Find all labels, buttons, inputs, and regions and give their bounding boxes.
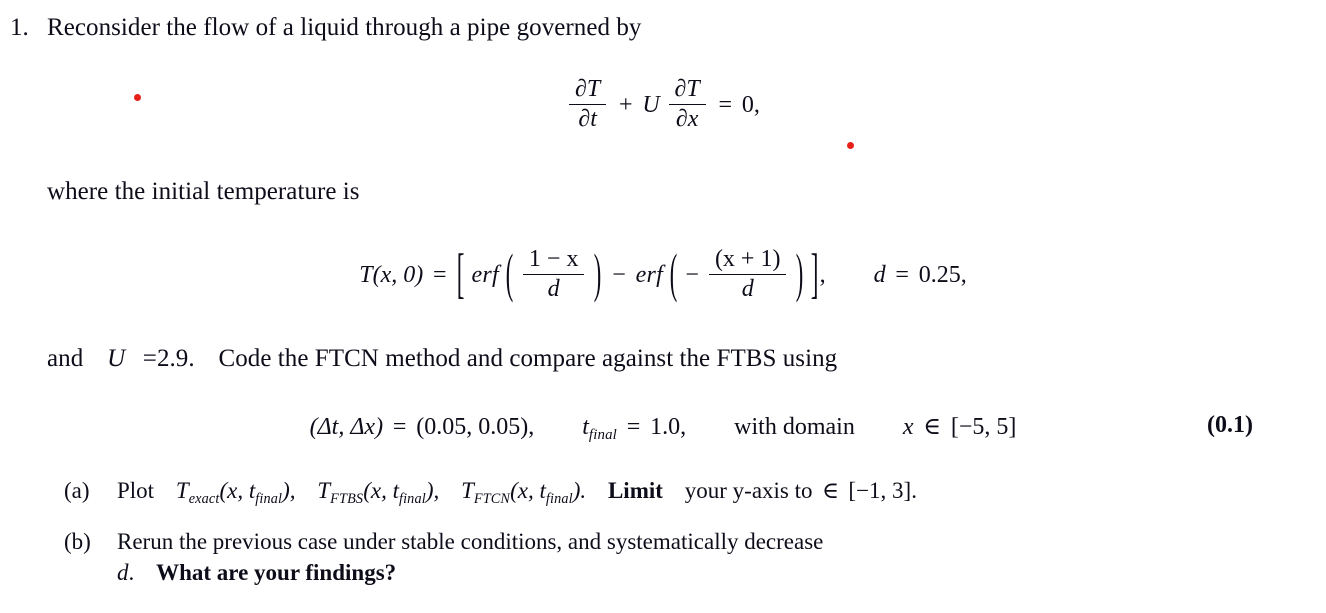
T-exact-args-open: (x, t bbox=[219, 478, 256, 503]
code-ftcn-compare-text: Code the FTCN method and compare against… bbox=[218, 345, 838, 372]
findings-question: What are your findings? bbox=[156, 560, 397, 585]
T-symbol-num-2: T bbox=[686, 76, 700, 103]
velocity-and-method-line: and U =2.9. Code the FTCN method and com… bbox=[47, 345, 837, 373]
equation-number: (0.1) bbox=[1207, 412, 1253, 438]
erf2-numerator: (x + 1) bbox=[714, 246, 781, 273]
y-axis-instruction: your y-axis to bbox=[684, 478, 813, 503]
x-symbol-den-2: x bbox=[687, 106, 699, 133]
left-paren-2: ( bbox=[669, 242, 678, 304]
item-a-label: (a) bbox=[64, 478, 90, 503]
parameters-equation: (Δt, Δx) = (0.05, 0.05), tfinal = 1.0, w… bbox=[0, 412, 1326, 444]
T-ftcn-args-open: (x, t bbox=[510, 478, 546, 503]
erf-argument-2-fraction: (x + 1) d bbox=[708, 246, 787, 303]
parameters-lhs-text: (Δt, Δx) bbox=[309, 414, 384, 440]
T-exact-symbol: T bbox=[175, 478, 189, 503]
T-ftcn-symbol: T bbox=[461, 478, 474, 503]
right-paren-2: ) bbox=[796, 242, 804, 304]
pde-equation: ∂T ∂t + U ∂T ∂x = 0, bbox=[0, 76, 1326, 135]
T-exact-args-close: ), bbox=[282, 478, 296, 503]
t-final-symbol: t bbox=[582, 414, 589, 440]
y-axis-range: [−1, 3]. bbox=[848, 478, 917, 503]
parameters-equals: = bbox=[392, 414, 407, 440]
initial-condition-equation: T(x, 0) = [ erf ( 1 − x d ) − erf ( − (x… bbox=[0, 242, 1326, 305]
erf2-denominator: d bbox=[741, 276, 754, 303]
t-final-equals: = bbox=[626, 414, 641, 440]
where-initial-temperature-line: where the initial temperature is bbox=[47, 178, 360, 205]
plot-word: Plot bbox=[117, 478, 155, 503]
item-b-body-line1: Rerun the previous case under stable con… bbox=[117, 529, 824, 554]
T-ftbs-args-close: ), bbox=[425, 478, 440, 503]
T-ftcn-args-subscript: final bbox=[545, 490, 573, 507]
T-ftbs-args-subscript: final bbox=[398, 490, 426, 507]
d-symbol-item-b: d bbox=[117, 560, 129, 585]
item-a-body: Plot Texact(x, tfinal), TFTBS(x, tfinal)… bbox=[117, 478, 917, 508]
pde-rhs-zero: 0, bbox=[741, 91, 760, 118]
item-b-body-line2: d. What are your findings? bbox=[117, 560, 396, 586]
erf1-numerator: 1 − x bbox=[528, 246, 579, 273]
U-symbol-inline: U bbox=[107, 345, 126, 372]
pde-dT-dt-fraction: ∂T ∂t bbox=[569, 76, 607, 133]
ic-minus-operator: − bbox=[612, 261, 626, 288]
domain-variable: x bbox=[902, 414, 914, 440]
domain-membership-symbol: ∈ bbox=[923, 414, 942, 440]
T-exact-subscript: exact bbox=[188, 490, 220, 507]
T-symbol-num-1: T bbox=[586, 76, 601, 103]
partial-symbol-num-2: ∂ bbox=[674, 76, 687, 103]
left-bracket: [ bbox=[457, 241, 465, 305]
red-annotation-dot-right bbox=[847, 142, 854, 149]
U-equals-value: =2.9. bbox=[142, 345, 195, 372]
with-domain-text: with domain bbox=[734, 414, 855, 440]
right-bracket: ] bbox=[811, 241, 819, 305]
t-symbol-den-1: t bbox=[590, 106, 597, 133]
y-axis-membership-symbol: ∈ bbox=[821, 478, 839, 503]
U-symbol: U bbox=[642, 91, 660, 118]
T-exact-args-subscript: final bbox=[255, 490, 283, 507]
ic-T-symbol: T bbox=[359, 261, 373, 288]
d-parameter-value: 0.25, bbox=[918, 261, 967, 288]
ic-comma: , bbox=[819, 261, 826, 288]
limit-keyword: Limit bbox=[607, 478, 663, 503]
ic-equals: = bbox=[433, 261, 447, 288]
item-b-label: (b) bbox=[64, 529, 91, 554]
and-word: and bbox=[47, 345, 84, 372]
t-final-value: 1.0, bbox=[650, 414, 687, 440]
T-ftbs-subscript: FTBS bbox=[330, 490, 364, 507]
t-final-subscript: final bbox=[588, 426, 617, 443]
plus-operator: + bbox=[618, 91, 633, 118]
left-paren-1: ( bbox=[505, 242, 514, 304]
erf1-denominator: d bbox=[547, 276, 560, 303]
d-parameter-symbol: d bbox=[873, 261, 886, 288]
T-ftcn-subscript: FTCN bbox=[473, 490, 511, 507]
ic-T-arguments: (x, 0) bbox=[372, 261, 424, 288]
partial-symbol-den-2: ∂ bbox=[675, 106, 688, 133]
T-ftbs-args-open: (x, t bbox=[363, 478, 399, 503]
T-ftbs-symbol: T bbox=[317, 478, 331, 503]
pde-dT-dx-fraction: ∂T ∂x bbox=[668, 76, 706, 133]
T-ftcn-args-close: ). bbox=[572, 478, 587, 503]
problem-intro-text: Reconsider the flow of a liquid through … bbox=[47, 14, 642, 41]
equals-operator-pde: = bbox=[718, 91, 733, 118]
right-paren-1: ) bbox=[594, 242, 602, 304]
parameters-values: (0.05, 0.05), bbox=[416, 414, 535, 440]
partial-symbol-den-1: ∂ bbox=[578, 106, 591, 133]
problem-number: 1. bbox=[10, 14, 29, 41]
parameters-lhs: (Δt, Δx) bbox=[310, 414, 383, 440]
erf-argument-1-fraction: 1 − x d bbox=[522, 246, 585, 303]
domain-range: [−5, 5] bbox=[950, 414, 1017, 440]
erf-function-1: erf bbox=[471, 261, 499, 288]
d-period-item-b: . bbox=[128, 560, 135, 585]
d-equals: = bbox=[895, 261, 909, 288]
partial-symbol-num-1: ∂ bbox=[575, 76, 587, 103]
erf-function-2: erf bbox=[635, 261, 664, 288]
erf2-negative-sign: − bbox=[685, 261, 699, 288]
